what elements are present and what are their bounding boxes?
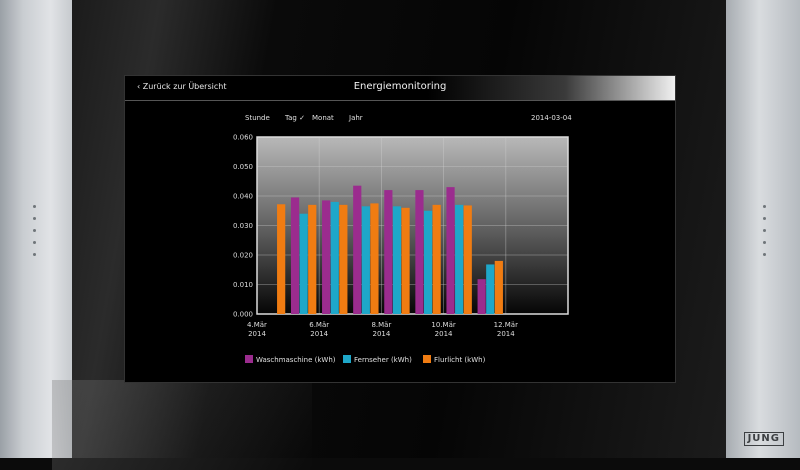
bar-3 xyxy=(277,204,286,314)
bar-1 xyxy=(384,190,393,314)
bar-3 xyxy=(494,260,503,314)
frame-right-panel: JUNG xyxy=(726,0,800,458)
tab-tag[interactable]: Tag ✓ xyxy=(285,114,305,122)
bar-2 xyxy=(455,204,464,314)
bar-1 xyxy=(353,185,362,314)
y-tick-label: 0.000 xyxy=(233,311,253,319)
legend-label: Flurlicht (kWh) xyxy=(434,356,486,364)
x-tick-label: 2014 xyxy=(435,330,453,338)
bar-2 xyxy=(423,210,433,314)
x-tick-label: 2014 xyxy=(310,330,328,338)
bar-2 xyxy=(361,206,370,314)
bar-1 xyxy=(446,187,455,314)
tab-stunde[interactable]: Stunde xyxy=(245,114,270,122)
bar-3 xyxy=(401,207,410,314)
sensor-dot xyxy=(763,253,766,256)
bar-1 xyxy=(415,190,424,314)
sensor-dot xyxy=(33,217,36,220)
bar-2 xyxy=(330,201,339,314)
title-bar: ‹ Zurück zur Übersicht Energiemonitoring xyxy=(125,76,675,101)
x-tick-label: 8.Mär xyxy=(371,321,391,329)
bar-3 xyxy=(370,203,379,314)
x-tick-label: 2014 xyxy=(248,330,266,338)
sensor-dot xyxy=(763,217,766,220)
touch-screen: ‹ Zurück zur Übersicht Energiemonitoring… xyxy=(124,75,676,383)
x-tick-label: 10.Mär xyxy=(431,321,455,329)
y-tick-label: 0.050 xyxy=(233,163,253,171)
legend-item: Waschmaschine (kWh) xyxy=(245,355,336,364)
page-title: Energiemonitoring xyxy=(353,81,447,92)
y-tick-label: 0.010 xyxy=(233,281,253,289)
sensor-dot xyxy=(763,205,766,208)
legend-swatch xyxy=(423,355,431,363)
sensor-dot xyxy=(33,229,36,232)
sensor-dot xyxy=(33,205,36,208)
legend-label: Waschmaschine (kWh) xyxy=(256,356,336,364)
bar-1 xyxy=(322,200,331,314)
energy-bar-chart: 0.000 0.010 0.020 0.030 0.040 0.050 0.060 4.Mär… xyxy=(233,134,569,338)
x-tick-label: 12.Mär xyxy=(494,321,518,329)
bar-3 xyxy=(432,204,441,314)
legend-item: Fernseher (kWh) xyxy=(343,355,412,364)
x-tick-label: 2014 xyxy=(497,330,515,338)
bar-2 xyxy=(392,206,402,314)
legend-swatch xyxy=(343,355,351,363)
y-tick-label: 0.030 xyxy=(233,222,253,230)
y-tick-label: 0.060 xyxy=(233,134,253,142)
legend-item: Flurlicht (kWh) xyxy=(423,355,485,364)
tab-jahr[interactable]: Jahr xyxy=(349,114,363,122)
x-tick-label: 4.Mär xyxy=(247,321,267,329)
brand-logo: JUNG xyxy=(743,432,784,446)
y-tick-label: 0.020 xyxy=(233,252,253,260)
sensor-dot xyxy=(33,241,36,244)
sensor-dot xyxy=(33,253,36,256)
bar-2 xyxy=(486,264,495,314)
bar-3 xyxy=(339,204,348,314)
y-tick-label: 0.040 xyxy=(233,193,253,201)
legend-label: Fernseher (kWh) xyxy=(354,356,412,364)
sensor-dot xyxy=(763,229,766,232)
bar-3 xyxy=(463,205,472,314)
legend-swatch xyxy=(245,355,253,363)
x-tick-label: 6.Mär xyxy=(309,321,329,329)
bar-1 xyxy=(477,279,486,314)
selected-date: 2014-03-04 xyxy=(531,114,572,122)
x-tick-label: 2014 xyxy=(372,330,390,338)
bar-1 xyxy=(290,197,300,314)
sensor-dot xyxy=(763,241,766,244)
tab-monat[interactable]: Monat xyxy=(312,114,334,122)
bar-2 xyxy=(299,213,308,314)
bar-3 xyxy=(308,204,317,314)
